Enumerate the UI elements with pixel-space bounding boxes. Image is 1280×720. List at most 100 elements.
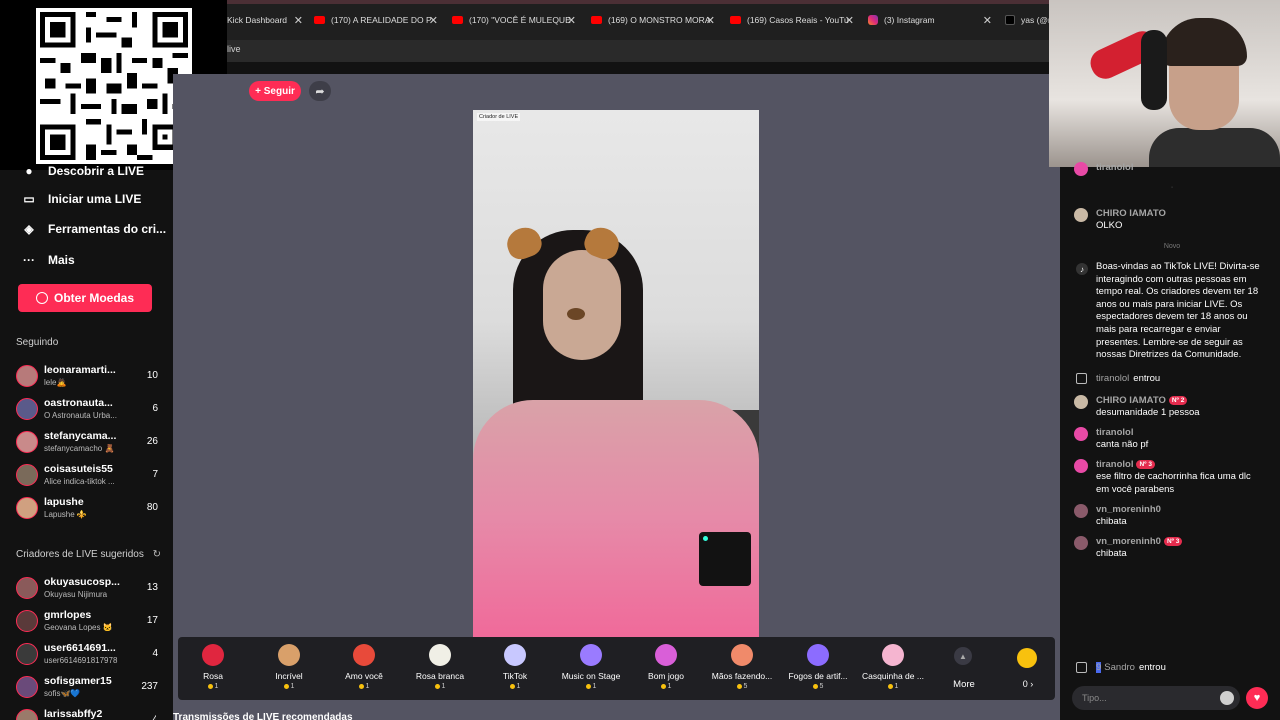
tab-instagram[interactable]: (3) Instagram ✕ (868, 8, 992, 32)
screen: Kick Dashboard ✕ (170) A REALIDADE DO P … (0, 0, 1280, 720)
enter-icon (1076, 373, 1087, 384)
youtube-icon (452, 16, 463, 24)
following-title: Seguindo (16, 337, 59, 348)
gift-item[interactable]: Rosa branca 1 (405, 637, 475, 700)
browser-tab-bar: Kick Dashboard ✕ (170) A REALIDADE DO P … (227, 0, 1050, 40)
following-account[interactable]: lapushe Lapushe ⚜️ 80 (16, 494, 158, 524)
following-account[interactable]: oastronauta... O Astronauta Urba... 6 (16, 395, 158, 425)
gift-item[interactable]: Fogos de artif... 5 (783, 637, 853, 700)
suggested-account[interactable]: larissabffy2 4 (16, 706, 156, 720)
follow-button[interactable]: + Seguir (249, 81, 301, 101)
nav-more[interactable]: ··· Mais (20, 251, 75, 269)
close-icon[interactable]: ✕ (429, 14, 438, 27)
suggested-title: Criadores de LIVE sugeridos ↻ (16, 549, 162, 560)
live-chat: tiranolol · CHIRO IAMATO OLKO Novo ♪ Boa… (1060, 162, 1280, 720)
avatar (16, 398, 38, 420)
more-dots-icon: ··· (23, 253, 35, 267)
suggested-account[interactable]: user6614691... user6614691817978 4 (16, 640, 158, 670)
rank-badge: Nº 3 (1136, 460, 1155, 469)
close-icon[interactable]: ✕ (845, 14, 854, 27)
address-bar[interactable]: live (227, 40, 1050, 62)
avatar (16, 610, 38, 632)
avatar (1074, 208, 1088, 222)
left-sidebar: ● Descobrir a LIVE ▭ Iniciar uma LIVE ◈ … (0, 164, 173, 720)
tiktok-gift-icon (504, 644, 526, 666)
tab-youtube-1[interactable]: (170) A REALIDADE DO P ✕ (314, 8, 438, 32)
refresh-icon[interactable]: ↻ (153, 549, 161, 560)
rose-icon (202, 644, 224, 666)
share-icon[interactable]: ➦ (309, 81, 331, 101)
headset (1141, 30, 1167, 110)
close-icon[interactable]: ✕ (567, 14, 576, 27)
avatar (16, 365, 38, 387)
chevron-up-icon: ▲ (954, 647, 972, 665)
suggested-account[interactable]: sofisgamer15 sofis🦋💙 237 (16, 673, 158, 703)
tab-youtube-2[interactable]: (170) "VOCÊ É MULEQUE ✕ (452, 8, 576, 32)
coin-icon (35, 292, 48, 304)
tab-youtube-4[interactable]: (169) Casos Reais - YouTu ✕ (730, 8, 854, 32)
avatar (16, 709, 38, 720)
suggested-account[interactable]: gmrlopes Geovana Lopes 🐱 17 (16, 607, 158, 637)
following-account[interactable]: coisasuteis55 Alice indica-tiktok ... 7 (16, 461, 158, 491)
avatar (1074, 162, 1088, 176)
youtube-icon (314, 16, 325, 24)
enter-icon (1076, 662, 1087, 673)
avatar (1074, 427, 1088, 441)
avatar (1074, 536, 1088, 550)
fireworks-icon (807, 644, 829, 666)
camera-icon: ▭ (23, 192, 35, 206)
qr-code (36, 8, 192, 164)
gift-item[interactable]: Bom jogo 1 (631, 637, 701, 700)
avatar (16, 431, 38, 453)
avatar (1074, 459, 1088, 473)
like-heart-button[interactable]: ♥ (1246, 687, 1268, 709)
tools-icon: ◈ (24, 222, 34, 236)
mini-player[interactable] (699, 532, 751, 586)
close-icon[interactable]: ✕ (706, 14, 715, 27)
avatar (1074, 395, 1088, 409)
get-coins-button[interactable]: Obter Moedas (18, 284, 152, 312)
youtube-icon (591, 16, 602, 24)
tab-kick-dashboard[interactable]: Kick Dashboard ✕ (227, 8, 303, 32)
nav-start-live[interactable]: ▭ Iniciar uma LIVE (20, 190, 141, 208)
chat-input-box (1072, 686, 1240, 710)
live-video[interactable]: Criador de LIVE (473, 110, 759, 637)
tab-tiktok[interactable]: yas (@n (1005, 8, 1050, 32)
new-divider: Novo (1163, 243, 1181, 250)
suggested-account[interactable]: okuyasucosp... Okuyasu Nijimura 13 (16, 574, 158, 604)
hands-heart-icon (731, 644, 753, 666)
gift-item[interactable]: Incrível 1 (254, 637, 324, 700)
creator-label: Criador de LIVE (477, 113, 521, 121)
following-account[interactable]: stefanycama... stefanycamacho 🧸 26 (16, 428, 158, 458)
emoji-icon[interactable] (1220, 691, 1234, 705)
rank-badge: Nº 3 (1163, 537, 1183, 546)
coin-icon (1017, 648, 1037, 668)
level-badge: 9 (1096, 662, 1102, 673)
close-icon[interactable]: ✕ (983, 14, 992, 27)
coin-balance[interactable]: 0 › (1008, 637, 1048, 700)
avatar (16, 676, 38, 698)
close-icon[interactable]: ✕ (294, 14, 303, 27)
white-rose-icon (429, 644, 451, 666)
gift-item[interactable]: Amo você 1 (329, 637, 399, 700)
gifts-more-button[interactable]: ▲ More (944, 637, 984, 700)
gift-item[interactable]: Mãos fazendo... 5 (707, 637, 777, 700)
avatar (16, 643, 38, 665)
gift-item[interactable]: Rosa 1 (178, 637, 248, 700)
music-stage-icon (580, 644, 602, 666)
qr-code-image (40, 12, 188, 160)
nav-discover-live[interactable]: ● Descobrir a LIVE (20, 162, 144, 180)
tab-youtube-3[interactable]: (169) O MONSTRO MORA ✕ (591, 8, 715, 32)
nav-creator-tools[interactable]: ◈ Ferramentas do cri... (20, 220, 166, 238)
gift-item[interactable]: Music on Stage 1 (556, 637, 626, 700)
gift-item[interactable]: Casquinha de ... 1 (858, 637, 928, 700)
tiktok-icon (1005, 15, 1015, 25)
recommended-live-title: Transmissões de LIVE recomendadas (173, 712, 353, 720)
dog-nose-filter (567, 308, 585, 320)
discover-icon: ● (25, 164, 33, 178)
streamer-webcam (1049, 0, 1280, 167)
following-account[interactable]: leonaramarti... lele🙇 10 (16, 362, 158, 392)
tiktok-icon: ♪ (1076, 263, 1088, 275)
chat-input[interactable] (1082, 690, 1202, 706)
gift-item[interactable]: TikTok 1 (480, 637, 550, 700)
